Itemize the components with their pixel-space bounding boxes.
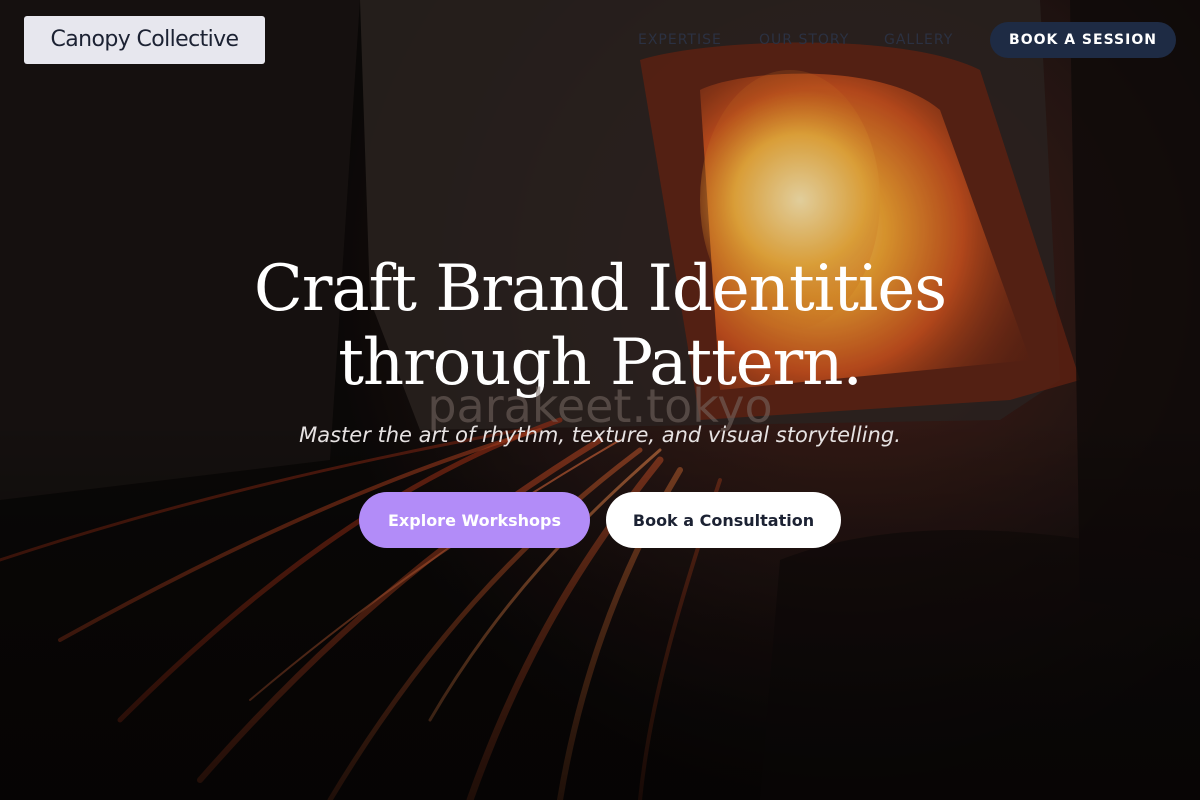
book-consultation-button[interactable]: Book a Consultation — [606, 492, 841, 548]
nav-link-expertise[interactable]: EXPERTISE — [638, 30, 722, 50]
nav-link-our-story[interactable]: OUR STORY — [759, 30, 849, 50]
hero-headline-line-1: Craft Brand Identities — [253, 252, 947, 326]
nav-link-gallery[interactable]: GALLERY — [884, 30, 953, 50]
book-session-button[interactable]: BOOK A SESSION — [990, 22, 1176, 58]
brand-logo[interactable]: Canopy Collective — [24, 16, 265, 64]
hero-section: Canopy Collective EXPERTISE OUR STORY GA… — [0, 0, 1200, 800]
explore-workshops-button[interactable]: Explore Workshops — [359, 492, 590, 548]
hero-subtitle: Master the art of rhythm, texture, and v… — [299, 423, 901, 447]
top-navigation: Canopy Collective EXPERTISE OUR STORY GA… — [0, 0, 1200, 80]
